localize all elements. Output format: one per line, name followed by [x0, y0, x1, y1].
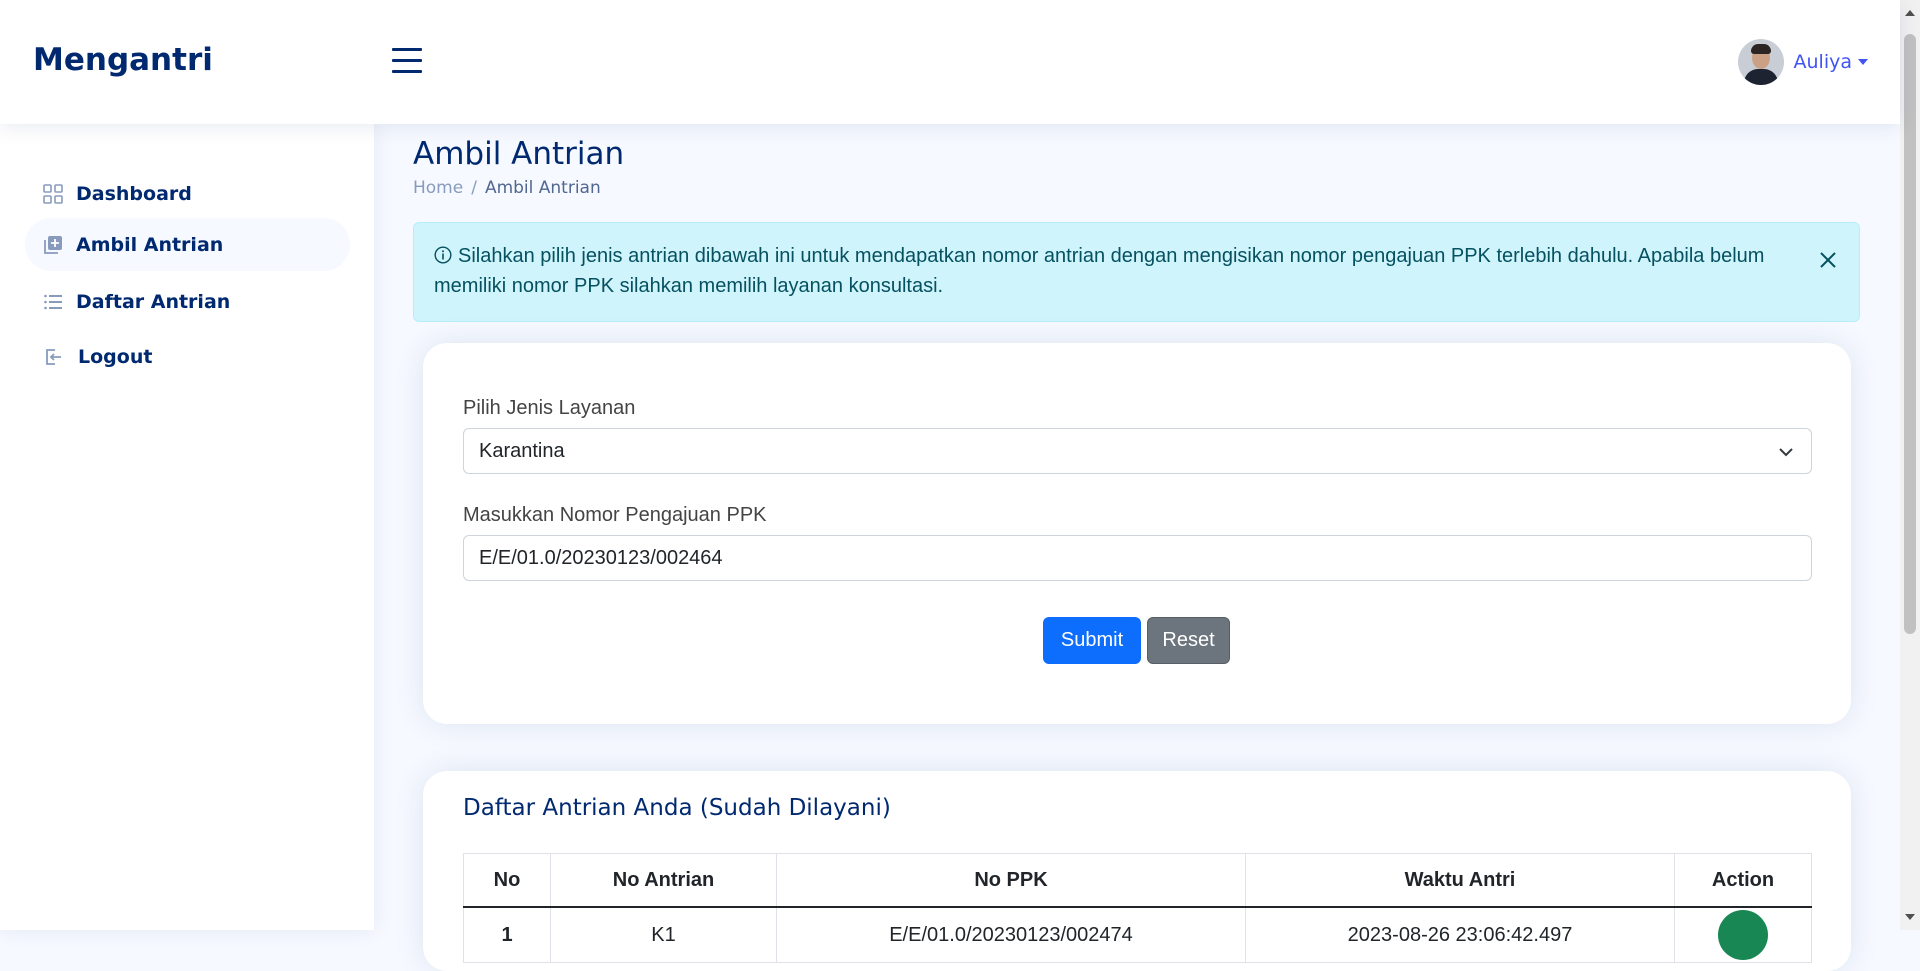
- cell-no-antrian: K1: [550, 906, 777, 963]
- top-header: Mengantri Auliya: [0, 0, 1900, 124]
- sidebar-item-label: Dashboard: [76, 182, 192, 205]
- table-row: 1 K1 E/E/01.0/20230123/002474 2023-08-26…: [463, 906, 1812, 963]
- column-header: No: [463, 853, 551, 908]
- queue-form-card: Pilih Jenis Layanan Karantina Masukkan N…: [423, 343, 1851, 724]
- chevron-down-icon: [1779, 448, 1793, 457]
- cell-no-ppk: E/E/01.0/20230123/002474: [776, 906, 1246, 963]
- reset-button[interactable]: Reset: [1147, 617, 1230, 664]
- submit-button[interactable]: Submit: [1043, 617, 1141, 664]
- row-action-button[interactable]: [1718, 910, 1768, 960]
- logout-icon: [46, 348, 61, 365]
- main-content: Ambil Antrian Home / Ambil Antrian Silahka…: [374, 124, 1900, 971]
- avatar: [1737, 39, 1784, 85]
- breadcrumb-current: Ambil Antrian: [484, 178, 601, 198]
- column-header: No Antrian: [550, 853, 777, 908]
- sidebar-item-ambil-antrian[interactable]: Ambil Antrian: [25, 218, 350, 271]
- sidebar-item-label: Ambil Antrian: [76, 233, 224, 256]
- ppk-input-value: E/E/01.0/20230123/002464: [479, 547, 723, 569]
- column-header: Action: [1674, 853, 1812, 908]
- page-scrollbar[interactable]: [1900, 0, 1920, 930]
- info-circle-icon: [434, 246, 452, 264]
- sidebar-item-logout[interactable]: Logout: [25, 330, 350, 383]
- add-queue-icon: [44, 235, 62, 254]
- sidebar-item-label: Daftar Antrian: [76, 290, 231, 313]
- profile-name: Auliya: [1793, 51, 1852, 73]
- queue-table: No No Antrian No PPK Waktu Antri Action …: [463, 853, 1812, 963]
- grid-icon: [43, 183, 63, 204]
- sidebar-item-daftar-antrian[interactable]: Daftar Antrian: [25, 275, 350, 328]
- breadcrumb-home[interactable]: Home: [413, 178, 463, 198]
- close-icon[interactable]: [1817, 249, 1839, 271]
- service-label: Pilih Jenis Layanan: [463, 397, 636, 419]
- service-select[interactable]: Karantina: [463, 428, 1812, 474]
- page-title: Ambil Antrian: [413, 136, 625, 172]
- list-icon: [44, 294, 62, 309]
- cell-no: 1: [463, 906, 551, 963]
- alert-text: Silahkan pilih jenis antrian dibawah ini…: [434, 245, 1765, 297]
- brand-logo[interactable]: Mengantri: [33, 42, 213, 78]
- column-header: Waktu Antri: [1245, 853, 1675, 908]
- table-header-row: No No Antrian No PPK Waktu Antri Action: [463, 853, 1812, 908]
- column-header: No PPK: [776, 853, 1246, 908]
- sidebar-item-label: Logout: [78, 345, 153, 368]
- card-title: Daftar Antrian Anda (Sudah Dilayani): [463, 795, 891, 821]
- ppk-input[interactable]: E/E/01.0/20230123/002464: [463, 535, 1812, 581]
- menu-toggle-icon[interactable]: [392, 48, 422, 74]
- caret-down-icon: [1858, 59, 1868, 65]
- cell-action: [1674, 906, 1812, 963]
- queue-history-card: Daftar Antrian Anda (Sudah Dilayani) No …: [423, 771, 1851, 971]
- scroll-up-arrow-icon[interactable]: [1905, 10, 1915, 16]
- scroll-down-arrow-icon[interactable]: [1905, 914, 1915, 920]
- ppk-label: Masukkan Nomor Pengajuan PPK: [463, 504, 767, 526]
- info-alert: Silahkan pilih jenis antrian dibawah ini…: [413, 222, 1860, 322]
- sidebar: Dashboard Ambil Antrian Daftar Antrian L…: [0, 124, 374, 930]
- service-selected-value: Karantina: [479, 440, 565, 462]
- sidebar-item-dashboard[interactable]: Dashboard: [25, 167, 350, 220]
- cell-waktu-antri: 2023-08-26 23:06:42.497: [1245, 906, 1675, 963]
- breadcrumb: Home / Ambil Antrian: [413, 178, 601, 198]
- profile-dropdown[interactable]: Auliya: [1737, 39, 1868, 85]
- scrollbar-thumb[interactable]: [1904, 34, 1916, 634]
